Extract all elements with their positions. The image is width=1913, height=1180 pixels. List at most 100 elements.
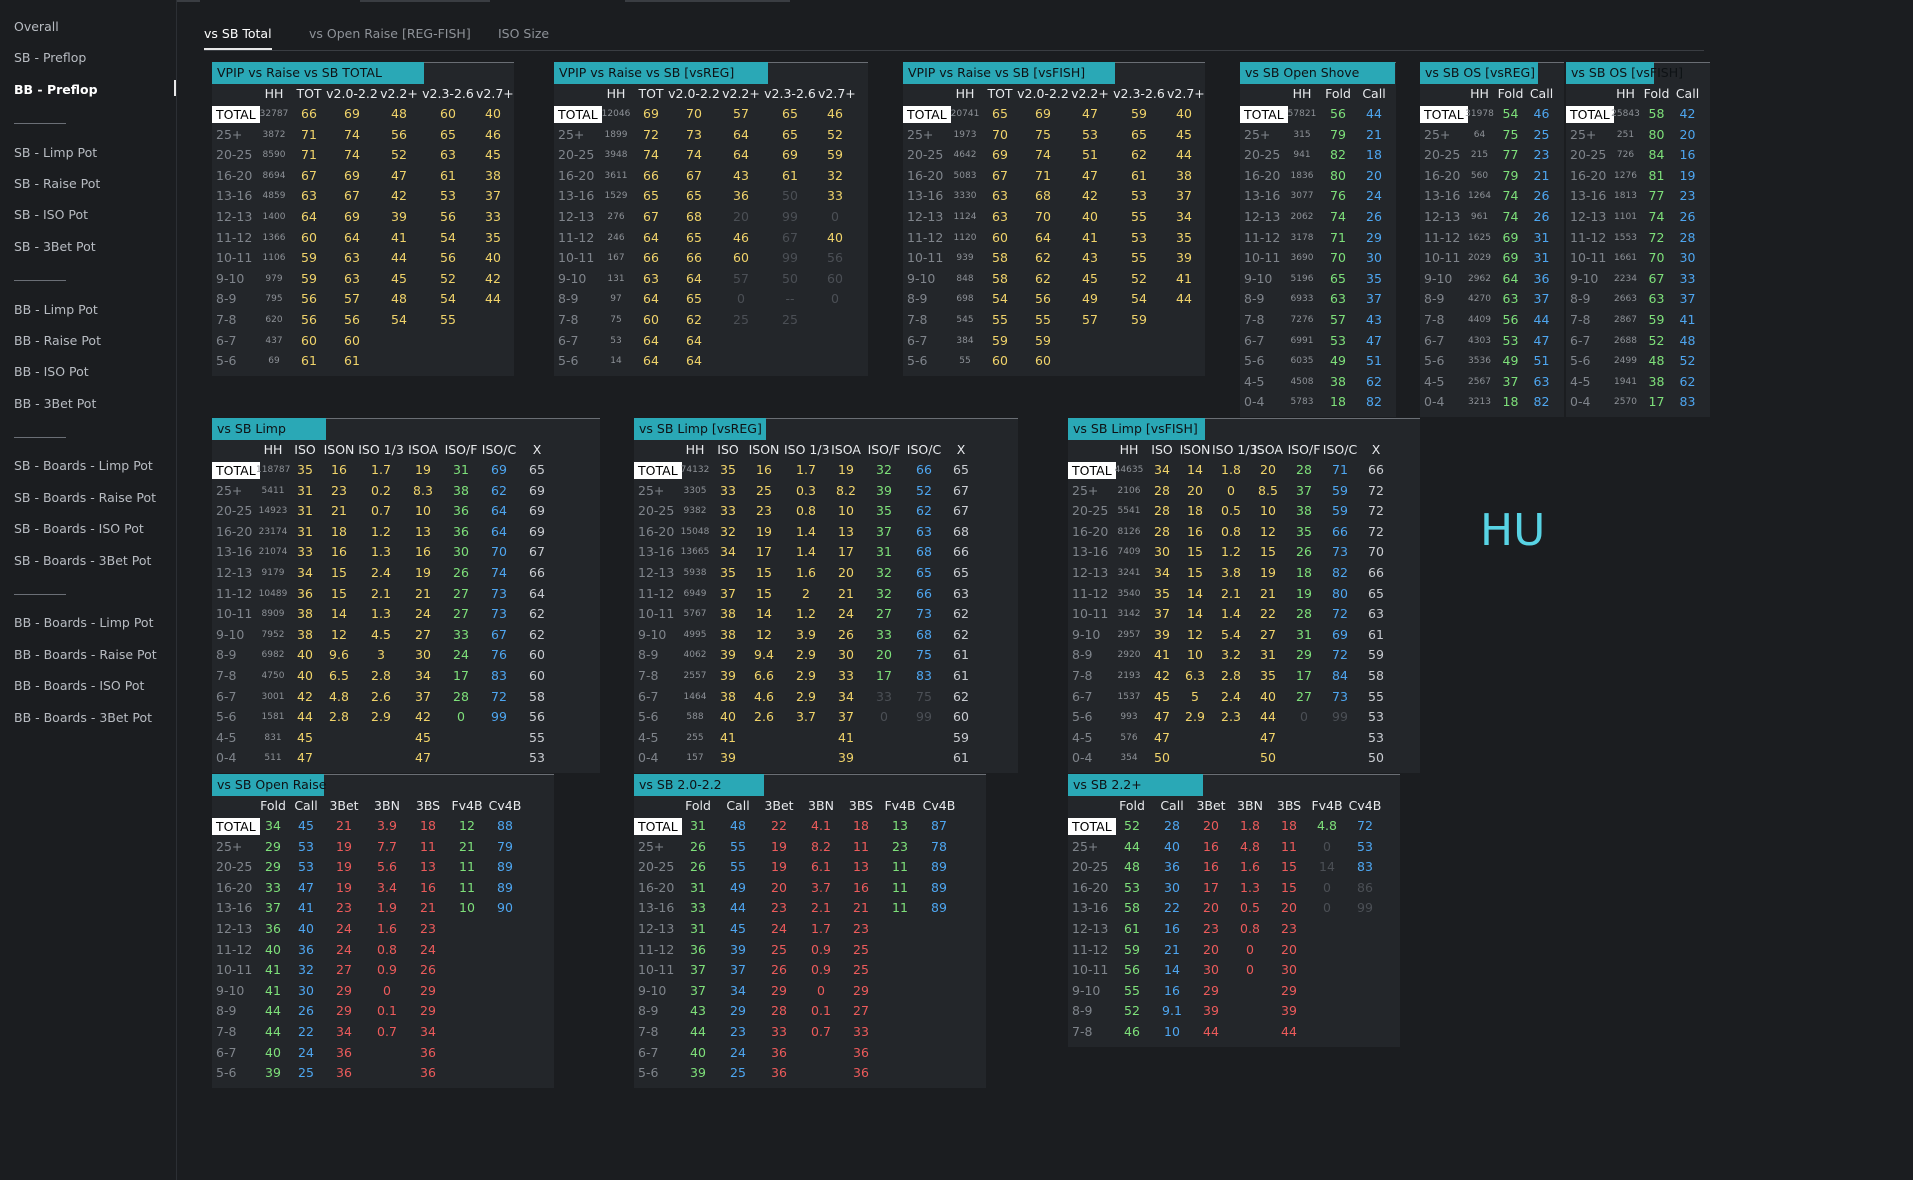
hand-count: 2499	[1614, 356, 1637, 367]
hand-count: 6982	[261, 650, 285, 661]
stat-value: 60	[529, 647, 545, 663]
stat-value: 62	[1131, 147, 1147, 163]
tab-iso-size[interactable]: ISO Size	[498, 26, 549, 41]
table-row: 16-20 53 30 17 1.3 15 0 86	[1068, 878, 1400, 898]
stack-range-label: 16-20	[638, 879, 675, 895]
column-header-iso: ISO	[294, 442, 316, 457]
stat-value: 65	[916, 565, 932, 580]
stack-range-label: 20-25	[1424, 147, 1461, 163]
column-header-row: Fold Call 3Bet 3BN 3BS Fv4B Cv4B	[634, 796, 986, 816]
sidebar-item-sb-raise-pot[interactable]: SB - Raise Pot	[0, 168, 176, 199]
sidebar-item-sb-boards-raise-pot[interactable]: SB - Boards - Raise Pot	[0, 482, 176, 513]
stat-value: 3.7	[811, 879, 831, 895]
stat-value: 99	[1357, 900, 1373, 916]
stat-value: 2.4	[1221, 688, 1241, 704]
stack-range-label: 5-6	[638, 1065, 659, 1081]
sidebar-item-sb-boards-iso-pot[interactable]: SB - Boards - ISO Pot	[0, 513, 176, 544]
stat-value: 39	[1203, 1003, 1219, 1019]
stat-value: 48	[1679, 332, 1696, 348]
stat-value: 67	[643, 209, 659, 224]
stat-value: 37	[1154, 606, 1170, 622]
sidebar-item-bb-limp-pot[interactable]: BB - Limp Pot	[0, 294, 176, 325]
table-row: 5-6 69 61 61	[212, 351, 514, 371]
sidebar-item-bb-3bet-pot[interactable]: BB - 3Bet Pot	[0, 388, 176, 419]
table-row: 9-10 55 16 29 29	[1068, 981, 1400, 1001]
stat-value: 66	[643, 167, 659, 183]
tab-vs-sb-total[interactable]: vs SB Total	[204, 26, 272, 41]
stat-value: 34	[720, 544, 736, 560]
stat-value: 18	[420, 818, 436, 833]
sidebar-item-bb-raise-pot[interactable]: BB - Raise Pot	[0, 325, 176, 356]
stat-value: 16	[1203, 838, 1219, 854]
column-header-row: HH Fold Call	[1566, 84, 1710, 104]
stack-range-label: 11-12	[638, 585, 675, 601]
stat-value: 36	[265, 921, 281, 936]
sidebar-item-bb-boards-3bet-pot[interactable]: BB - Boards - 3Bet Pot	[0, 702, 176, 733]
stat-value: 0	[1323, 879, 1331, 895]
stat-value: 45	[1082, 270, 1098, 286]
stat-value: 62	[916, 503, 932, 519]
sidebar-item-sb-boards-3bet-pot[interactable]: SB - Boards - 3Bet Pot	[0, 545, 176, 576]
stack-range-label: 7-8	[638, 668, 659, 683]
stat-value: 99	[916, 709, 932, 725]
stat-value: 13	[420, 859, 436, 875]
sidebar-item-sb-boards-limp-pot[interactable]: SB - Boards - Limp Pot	[0, 450, 176, 481]
table-row: 25+ 3872 71 74 56 65 46	[212, 125, 514, 145]
table-row: 10-11 1661 70 30	[1566, 248, 1710, 268]
stat-value: 69	[1035, 106, 1051, 121]
sidebar-item-bb-boards-limp-pot[interactable]: BB - Boards - Limp Pot	[0, 607, 176, 638]
sidebar-separator	[0, 576, 176, 607]
stat-value: 84	[1332, 668, 1348, 683]
column-header-isoa: ISOA	[408, 442, 438, 457]
sidebar-item-sb-iso-pot[interactable]: SB - ISO Pot	[0, 199, 176, 230]
tab-vs-open-raise-reg-fish[interactable]: vs Open Raise [REG-FISH]	[309, 26, 471, 41]
stack-range-label: 11-12	[907, 229, 944, 245]
stat-value: 28	[771, 1003, 787, 1019]
stat-value: 43	[733, 167, 749, 183]
table-row: 8-9 6933 63 37	[1240, 289, 1396, 309]
sidebar-item-sb-preflop[interactable]: SB - Preflop	[0, 42, 176, 73]
sidebar-item-sb-3bet-pot[interactable]: SB - 3Bet Pot	[0, 231, 176, 262]
stack-range-label: 10-11	[1244, 250, 1281, 266]
table-row: 9-10 7952 38 12 4.5 27 33 67 62	[212, 625, 600, 645]
stat-value: 29	[1366, 229, 1382, 245]
stat-value: 25	[853, 941, 869, 957]
stat-value: 23	[756, 503, 772, 519]
sidebar-item-bb-boards-iso-pot[interactable]: BB - Boards - ISO Pot	[0, 670, 176, 701]
stat-value: 61	[782, 167, 798, 183]
stack-range-label: 13-16	[558, 188, 595, 204]
stat-value: 48	[1648, 353, 1665, 369]
stat-value: 0.9	[811, 962, 831, 978]
stat-value: 74	[491, 565, 507, 580]
sidebar-item-overall[interactable]: Overall	[0, 11, 176, 42]
stat-value: 15	[1187, 544, 1203, 560]
sidebar-item-bb-iso-pot[interactable]: BB - ISO Pot	[0, 356, 176, 387]
stat-value: 45	[415, 729, 431, 745]
stat-value: 0.8	[796, 503, 816, 519]
stat-value: 64	[643, 332, 659, 348]
hand-count: 14923	[258, 506, 288, 517]
stat-value: 36	[690, 941, 706, 957]
stat-value: 44	[1176, 147, 1192, 163]
stat-value: 0.8	[1240, 921, 1260, 936]
stat-value: 34	[730, 982, 746, 998]
stat-value: 66	[686, 250, 702, 266]
stat-value: 39	[876, 482, 892, 498]
table-row: 10-11 939 58 62 43 55 39	[903, 248, 1205, 268]
hand-count: 4270	[1468, 294, 1491, 305]
table-title: vs SB OS [vsFISH]	[1566, 62, 1683, 84]
stat-table-vpip-vs-raise-vs-sb-vsreg: VPIP vs Raise vs SB [vsREG] HH TOT v2.0-2.2…	[554, 62, 868, 376]
sidebar-item-bb-preflop[interactable]: BB - Preflop	[0, 74, 176, 105]
stat-value: 37	[1679, 291, 1696, 307]
sidebar-item-bb-boards-raise-pot[interactable]: BB - Boards - Raise Pot	[0, 639, 176, 670]
stat-table-vs-sb-os-vsreg: vs SB OS [vsREG] HH Fold Call TOTAL 31978 54 46…	[1420, 62, 1564, 417]
column-header-ison: ISON	[748, 442, 780, 457]
sidebar-item-sb-limp-pot[interactable]: SB - Limp Pot	[0, 137, 176, 168]
stat-value: 16	[1203, 859, 1219, 875]
stat-value: 66	[1332, 523, 1348, 539]
table-row: 8-9 43 29 28 0.1 27	[634, 1001, 986, 1021]
stat-value: 55	[1131, 209, 1147, 224]
stat-value: 33	[771, 1024, 787, 1039]
stack-range-label: 5-6	[638, 709, 659, 725]
stack-range-label: 10-11	[638, 962, 675, 978]
